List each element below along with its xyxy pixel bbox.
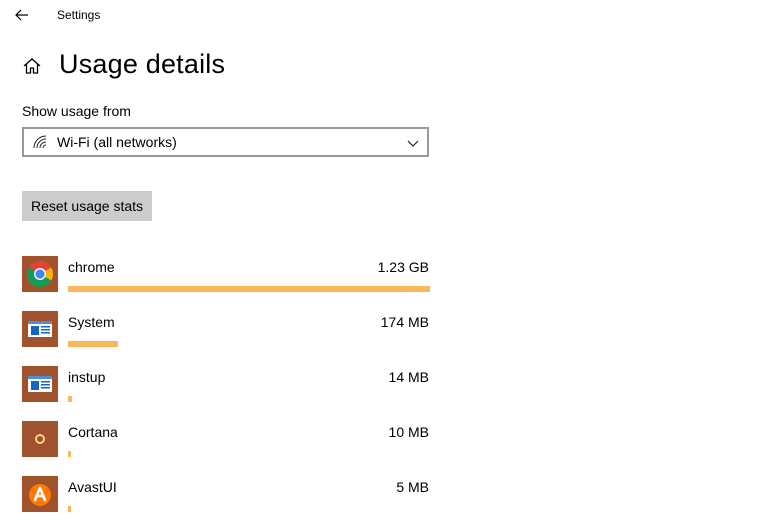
window-title: Settings: [57, 8, 101, 22]
wifi-icon: [33, 135, 49, 149]
usage-bar: [68, 286, 430, 292]
home-icon[interactable]: [22, 56, 42, 76]
chrome-icon: [22, 256, 58, 292]
app-name: Cortana: [68, 424, 118, 440]
reset-usage-stats-button[interactable]: Reset usage stats: [22, 191, 152, 221]
app-usage-size: 5 MB: [396, 479, 429, 495]
system-app-icon: [22, 311, 58, 347]
usage-bar-fill: [68, 341, 118, 347]
app-row-cortana[interactable]: Cortana 10 MB: [22, 421, 432, 476]
cortana-icon: [22, 421, 58, 457]
app-usage-list: chrome 1.23 GB System 174 MB instup 14 M…: [22, 256, 432, 531]
dropdown-selected-value: Wi-Fi (all networks): [57, 134, 177, 150]
app-row-instup[interactable]: instup 14 MB: [22, 366, 432, 421]
back-arrow-icon[interactable]: [12, 5, 32, 25]
app-usage-size: 1.23 GB: [377, 259, 429, 275]
show-usage-label: Show usage from: [22, 103, 131, 119]
usage-bar: [68, 506, 430, 512]
network-dropdown[interactable]: Wi-Fi (all networks): [22, 127, 429, 157]
app-name: AvastUI: [68, 479, 117, 495]
usage-bar-fill: [68, 451, 71, 457]
title-bar: Settings: [0, 0, 768, 30]
usage-bar: [68, 396, 430, 402]
usage-bar-fill: [68, 396, 72, 402]
chevron-down-icon: [407, 136, 419, 148]
app-row-avastui[interactable]: AvastUI 5 MB: [22, 476, 432, 531]
app-row-chrome[interactable]: chrome 1.23 GB: [22, 256, 432, 311]
usage-bar: [68, 451, 430, 457]
app-name: chrome: [68, 259, 115, 275]
app-name: instup: [68, 369, 106, 385]
system-app-icon: [22, 366, 58, 402]
app-usage-size: 174 MB: [380, 314, 429, 330]
page-title: Usage details: [59, 49, 226, 79]
app-row-system[interactable]: System 174 MB: [22, 311, 432, 366]
usage-bar-fill: [68, 286, 430, 292]
usage-bar: [68, 341, 430, 347]
app-usage-size: 14 MB: [388, 369, 429, 385]
app-usage-size: 10 MB: [388, 424, 429, 440]
app-name: System: [68, 314, 115, 330]
avast-icon: [22, 476, 58, 512]
usage-bar-fill: [68, 506, 71, 512]
